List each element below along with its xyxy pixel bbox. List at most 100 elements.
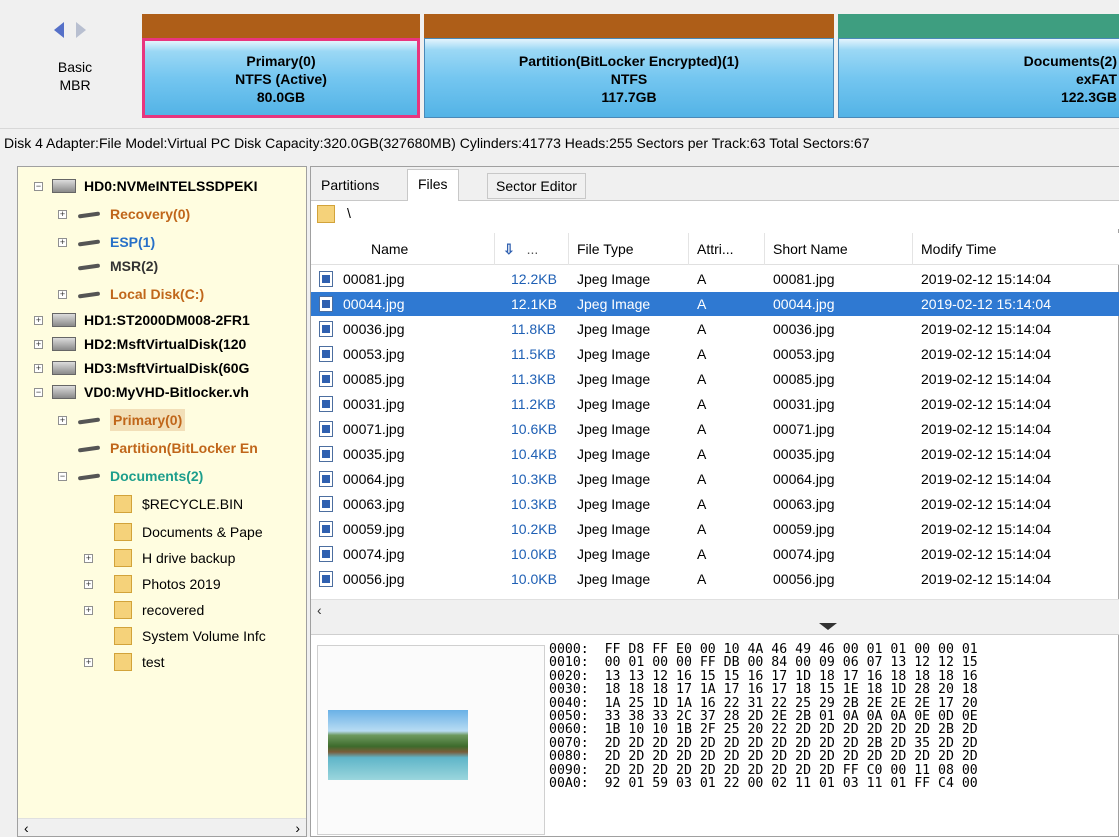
volume-icon bbox=[77, 291, 101, 299]
column-attributes[interactable]: Attri... bbox=[689, 233, 765, 265]
image-file-icon bbox=[319, 496, 333, 512]
collapse-icon[interactable]: − bbox=[58, 472, 67, 481]
tree-folder-h-drive-backup[interactable]: + H drive backup bbox=[18, 547, 306, 569]
partition-name: Documents(2) bbox=[1023, 53, 1117, 69]
file-attributes: A bbox=[697, 421, 707, 437]
image-file-icon bbox=[319, 346, 333, 362]
partition-block-primary[interactable]: Primary(0) NTFS (Active) 80.0GB bbox=[142, 14, 420, 118]
pane-splitter[interactable] bbox=[311, 621, 1119, 635]
file-row[interactable]: 00071.jpg 10.6KB Jpeg Image A 00071.jpg 2019-… bbox=[311, 417, 1119, 441]
file-short-name: 00053.jpg bbox=[773, 346, 835, 362]
scroll-right-icon[interactable]: › bbox=[295, 819, 300, 836]
collapse-icon[interactable]: − bbox=[34, 182, 43, 191]
expand-icon[interactable]: + bbox=[84, 606, 93, 615]
file-row[interactable]: 00036.jpg 11.8KB Jpeg Image A 00036.jpg 2019-… bbox=[311, 317, 1119, 341]
disk-map-bar: Basic MBR Primary(0) NTFS (Active) 80.0G… bbox=[0, 0, 1119, 129]
folder-icon bbox=[114, 523, 132, 541]
folder-icon bbox=[317, 205, 335, 223]
partition-block-bitlocker[interactable]: Partition(BitLocker Encrypted)(1) NTFS 1… bbox=[424, 14, 834, 118]
partition-size: 117.7GB bbox=[601, 89, 657, 105]
sort-desc-icon: ⇩ bbox=[503, 241, 515, 257]
tree-horizontal-scrollbar[interactable]: ‹ › bbox=[18, 818, 306, 836]
hex-line: 00A0: 92 01 59 03 01 22 00 02 11 01 03 1… bbox=[549, 776, 978, 792]
column-size[interactable]: ⇩ ... bbox=[495, 233, 569, 265]
expand-icon[interactable]: + bbox=[84, 554, 93, 563]
expand-icon[interactable]: + bbox=[34, 364, 43, 373]
expand-icon[interactable]: + bbox=[58, 238, 67, 247]
column-file-type[interactable]: File Type bbox=[569, 233, 689, 265]
file-row[interactable]: 00059.jpg 10.2KB Jpeg Image A 00059.jpg 2019-… bbox=[311, 517, 1119, 541]
tree-node-hd3[interactable]: + HD3:MsftVirtualDisk(60G bbox=[18, 357, 306, 379]
file-row[interactable]: 00044.jpg 12.1KB Jpeg Image A 00044.jpg 2019-… bbox=[311, 292, 1119, 316]
file-short-name: 00036.jpg bbox=[773, 321, 835, 337]
tree-folder-documents-papers[interactable]: Documents & Pape bbox=[18, 521, 306, 543]
tree-folder-photos-2019[interactable]: + Photos 2019 bbox=[18, 573, 306, 595]
expand-icon[interactable]: + bbox=[84, 580, 93, 589]
file-type: Jpeg Image bbox=[577, 346, 651, 362]
tree-node-hd2[interactable]: + HD2:MsftVirtualDisk(120 bbox=[18, 333, 306, 355]
column-name[interactable]: Name bbox=[311, 233, 495, 265]
file-size: 10.2KB bbox=[511, 521, 557, 537]
column-short-name[interactable]: Short Name bbox=[765, 233, 913, 265]
file-list-horizontal-scrollbar[interactable]: ‹ bbox=[311, 599, 1119, 621]
file-row[interactable]: 00056.jpg 10.0KB Jpeg Image A 00056.jpg 2019-… bbox=[311, 567, 1119, 591]
disk-tree: − HD0:NVMeINTELSSDPEKI + Recovery(0) + E… bbox=[17, 166, 307, 837]
partition-block-documents[interactable]: Documents(2) exFAT 122.3GB bbox=[838, 14, 1119, 118]
tree-node-msr[interactable]: MSR(2) bbox=[18, 255, 306, 277]
prev-disk-icon[interactable] bbox=[54, 22, 64, 38]
expand-icon[interactable]: + bbox=[58, 290, 67, 299]
file-modify-time: 2019-02-12 15:14:04 bbox=[921, 321, 1051, 337]
file-name: 00064.jpg bbox=[343, 471, 405, 487]
file-row[interactable]: 00053.jpg 11.5KB Jpeg Image A 00053.jpg 2019-… bbox=[311, 342, 1119, 366]
expand-icon[interactable]: + bbox=[58, 416, 67, 425]
collapse-down-icon[interactable] bbox=[819, 623, 837, 630]
file-size: 11.2KB bbox=[511, 396, 556, 412]
next-disk-icon[interactable] bbox=[76, 22, 86, 38]
tree-node-hd0[interactable]: − HD0:NVMeINTELSSDPEKI bbox=[18, 175, 306, 197]
file-type: Jpeg Image bbox=[577, 421, 651, 437]
expand-icon[interactable]: + bbox=[84, 658, 93, 667]
tree-node-recovery[interactable]: + Recovery(0) bbox=[18, 203, 306, 225]
collapse-icon[interactable]: − bbox=[34, 388, 43, 397]
tree-folder-test[interactable]: + test bbox=[18, 651, 306, 673]
tree-node-esp[interactable]: + ESP(1) bbox=[18, 231, 306, 253]
image-file-icon bbox=[319, 521, 333, 537]
file-short-name: 00081.jpg bbox=[773, 271, 835, 287]
tree-node-bitlocker[interactable]: Partition(BitLocker En bbox=[18, 437, 306, 459]
file-row[interactable]: 00074.jpg 10.0KB Jpeg Image A 00074.jpg 2019-… bbox=[311, 542, 1119, 566]
expand-icon[interactable]: + bbox=[34, 340, 43, 349]
file-short-name: 00064.jpg bbox=[773, 471, 835, 487]
tree-node-documents[interactable]: − Documents(2) bbox=[18, 465, 306, 487]
tree-node-primary[interactable]: + Primary(0) bbox=[18, 409, 306, 431]
file-row[interactable]: 00064.jpg 10.3KB Jpeg Image A 00064.jpg 2019-… bbox=[311, 467, 1119, 491]
column-modify-time[interactable]: Modify Time bbox=[913, 233, 1119, 265]
tree-folder-recovered[interactable]: + recovered bbox=[18, 599, 306, 621]
preview-thumbnail bbox=[328, 710, 468, 780]
tree-node-vd0[interactable]: − VD0:MyVHD-Bitlocker.vh bbox=[18, 381, 306, 403]
expand-icon[interactable]: + bbox=[58, 210, 67, 219]
folder-icon bbox=[114, 627, 132, 645]
hex-view: 0000: FF D8 FF E0 00 10 4A 46 49 46 00 0… bbox=[549, 643, 978, 792]
file-row[interactable]: 00031.jpg 11.2KB Jpeg Image A 00031.jpg 2019-… bbox=[311, 392, 1119, 416]
tab-partitions[interactable]: Partitions bbox=[313, 173, 387, 199]
current-path: \ bbox=[347, 205, 351, 221]
file-row[interactable]: 00035.jpg 10.4KB Jpeg Image A 00035.jpg 2019-… bbox=[311, 442, 1119, 466]
scroll-left-icon[interactable]: ‹ bbox=[24, 819, 29, 836]
file-row[interactable]: 00063.jpg 10.3KB Jpeg Image A 00063.jpg 2019-… bbox=[311, 492, 1119, 516]
file-short-name: 00085.jpg bbox=[773, 371, 835, 387]
tree-node-local-disk-c[interactable]: + Local Disk(C:) bbox=[18, 283, 306, 305]
tab-sector-editor[interactable]: Sector Editor bbox=[487, 173, 586, 199]
expand-icon[interactable]: + bbox=[34, 316, 43, 325]
file-attributes: A bbox=[697, 296, 707, 312]
file-name: 00044.jpg bbox=[343, 296, 405, 312]
file-list-header: Name ⇩ ... File Type Attri... Short Name… bbox=[311, 233, 1119, 265]
file-size: 11.3KB bbox=[511, 371, 556, 387]
tree-folder-system-volume[interactable]: System Volume Infc bbox=[18, 625, 306, 647]
tree-node-hd1[interactable]: + HD1:ST2000DM008-2FR1 bbox=[18, 309, 306, 331]
tree-folder-recycle[interactable]: $RECYCLE.BIN bbox=[18, 493, 306, 515]
hex-line: 0010: 00 01 00 00 FF DB 00 84 00 09 06 0… bbox=[549, 655, 978, 671]
file-row[interactable]: 00085.jpg 11.3KB Jpeg Image A 00085.jpg 2019-… bbox=[311, 367, 1119, 391]
tab-files[interactable]: Files bbox=[407, 169, 459, 201]
scroll-left-icon[interactable]: ‹ bbox=[317, 600, 322, 620]
file-row[interactable]: 00081.jpg 12.2KB Jpeg Image A 00081.jpg 2019-… bbox=[311, 267, 1119, 291]
